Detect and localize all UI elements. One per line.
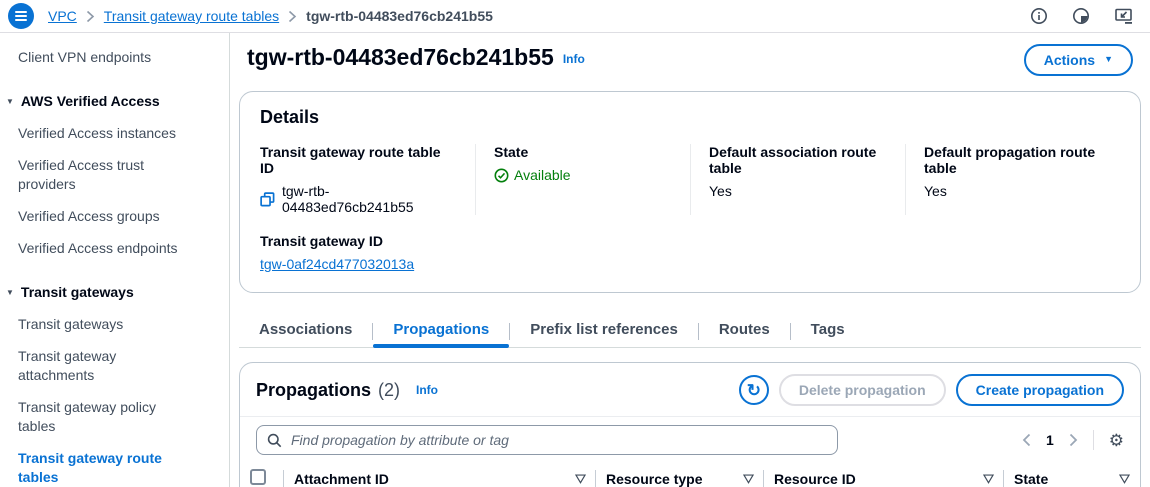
sidebar-item-transit-gateway-policy-tables[interactable]: Transit gateway policy tables (0, 395, 205, 439)
field-transit-gateway-route-table-id: Transit gateway route table ID tgw-rtb-0… (260, 144, 475, 215)
top-navigation-bar: VPC Transit gateway route tables tgw-rtb… (0, 0, 1150, 33)
tab-tags[interactable]: Tags (791, 315, 865, 347)
tab-prefix-list-references[interactable]: Prefix list references (510, 315, 698, 347)
details-heading: Details (260, 107, 1120, 128)
chevron-right-icon (288, 10, 297, 23)
tab-propagations[interactable]: Propagations (373, 315, 509, 347)
field-default-association: Default association route table Yes (690, 144, 905, 215)
create-propagation-button[interactable]: Create propagation (956, 374, 1124, 406)
activity-icon[interactable] (1072, 7, 1090, 25)
select-all-checkbox[interactable] (250, 469, 266, 485)
chevron-right-icon (86, 10, 95, 23)
page-info-link[interactable]: Info (563, 52, 585, 66)
tab-routes[interactable]: Routes (699, 315, 790, 347)
search-input[interactable] (289, 431, 827, 449)
sidebar-item-verified-access-groups[interactable]: Verified Access groups (0, 204, 205, 229)
transit-gateway-id-link[interactable]: tgw-0af24cd477032013a (260, 256, 414, 272)
tab-associations[interactable]: Associations (239, 315, 372, 347)
previous-page-icon[interactable] (1022, 433, 1031, 447)
table-header-row: Attachment ID Resource type Resource ID (240, 464, 1140, 487)
info-icon[interactable] (1030, 7, 1048, 25)
delete-propagation-button[interactable]: Delete propagation (779, 374, 946, 406)
sidebar-item-client-vpn-endpoints[interactable]: Client VPN endpoints (0, 45, 205, 70)
hamburger-menu-icon[interactable] (8, 3, 34, 29)
shortcuts-icon[interactable] (1114, 7, 1134, 25)
tab-bar: Associations Propagations Prefix list re… (239, 315, 1141, 348)
propagation-search-input[interactable] (256, 425, 838, 455)
sidebar-section-transit-gateways[interactable]: ▼ Transit gateways (0, 280, 229, 305)
gear-icon[interactable]: ⚙ (1109, 432, 1124, 449)
breadcrumb: VPC Transit gateway route tables tgw-rtb… (48, 8, 493, 24)
sidebar-item-transit-gateway-route-tables[interactable]: Transit gateway route tables (0, 446, 205, 487)
check-circle-icon (494, 168, 509, 183)
propagations-info-link[interactable]: Info (416, 383, 438, 397)
column-header-resource-id[interactable]: Resource ID (764, 464, 1004, 487)
details-panel: Details Transit gateway route table ID t… (239, 91, 1141, 293)
sidebar-navigation: Client VPN endpoints ▼ AWS Verified Acce… (0, 33, 230, 487)
route-table-id-value: tgw-rtb-04483ed76cb241b55 (282, 183, 457, 215)
triangle-down-icon: ▼ (6, 92, 14, 111)
status-available: Available (494, 167, 672, 183)
sort-filter-icon[interactable] (983, 474, 994, 484)
breadcrumb-current: tgw-rtb-04483ed76cb241b55 (306, 8, 493, 24)
sidebar-item-verified-access-trust-providers[interactable]: Verified Access trust providers (0, 153, 205, 197)
current-page-number[interactable]: 1 (1046, 432, 1054, 448)
propagations-count: (2) (378, 380, 400, 401)
sort-filter-icon[interactable] (1119, 474, 1130, 484)
main-content: tgw-rtb-04483ed76cb241b55Info Actions ▼ … (230, 33, 1150, 487)
propagations-title: Propagations (256, 380, 371, 401)
column-header-attachment-id[interactable]: Attachment ID (284, 464, 596, 487)
field-default-propagation: Default propagation route table Yes (905, 144, 1120, 215)
page-title: tgw-rtb-04483ed76cb241b55 (247, 44, 554, 70)
breadcrumb-route-tables-link[interactable]: Transit gateway route tables (104, 8, 279, 24)
column-header-state[interactable]: State (1004, 464, 1140, 487)
field-transit-gateway-id: Transit gateway ID tgw-0af24cd477032013a (260, 233, 475, 272)
pagination: 1 ⚙ (1022, 430, 1124, 450)
sidebar-section-aws-verified-access[interactable]: ▼ AWS Verified Access (0, 89, 229, 114)
sidebar-item-verified-access-instances[interactable]: Verified Access instances (0, 121, 205, 146)
actions-button[interactable]: Actions ▼ (1024, 44, 1133, 76)
sort-filter-icon[interactable] (575, 474, 586, 484)
caret-down-icon: ▼ (1104, 49, 1113, 69)
copy-icon[interactable] (260, 192, 275, 207)
propagations-table: Attachment ID Resource type Resource ID (240, 464, 1140, 487)
pagination-divider (1093, 430, 1094, 450)
sidebar-item-transit-gateways[interactable]: Transit gateways (0, 312, 205, 337)
propagations-panel: Propagations (2) Info ↻ Delete propagati… (239, 362, 1141, 487)
refresh-icon[interactable]: ↻ (739, 375, 769, 405)
next-page-icon[interactable] (1069, 433, 1078, 447)
search-icon (267, 433, 282, 448)
sort-filter-icon[interactable] (743, 474, 754, 484)
triangle-down-icon: ▼ (6, 283, 14, 302)
sidebar-item-transit-gateway-attachments[interactable]: Transit gateway attachments (0, 344, 205, 388)
topbar-icons (1030, 7, 1134, 25)
sidebar-item-verified-access-endpoints[interactable]: Verified Access endpoints (0, 236, 205, 261)
field-state: State Available (475, 144, 690, 215)
breadcrumb-vpc-link[interactable]: VPC (48, 8, 77, 24)
column-header-resource-type[interactable]: Resource type (596, 464, 764, 487)
